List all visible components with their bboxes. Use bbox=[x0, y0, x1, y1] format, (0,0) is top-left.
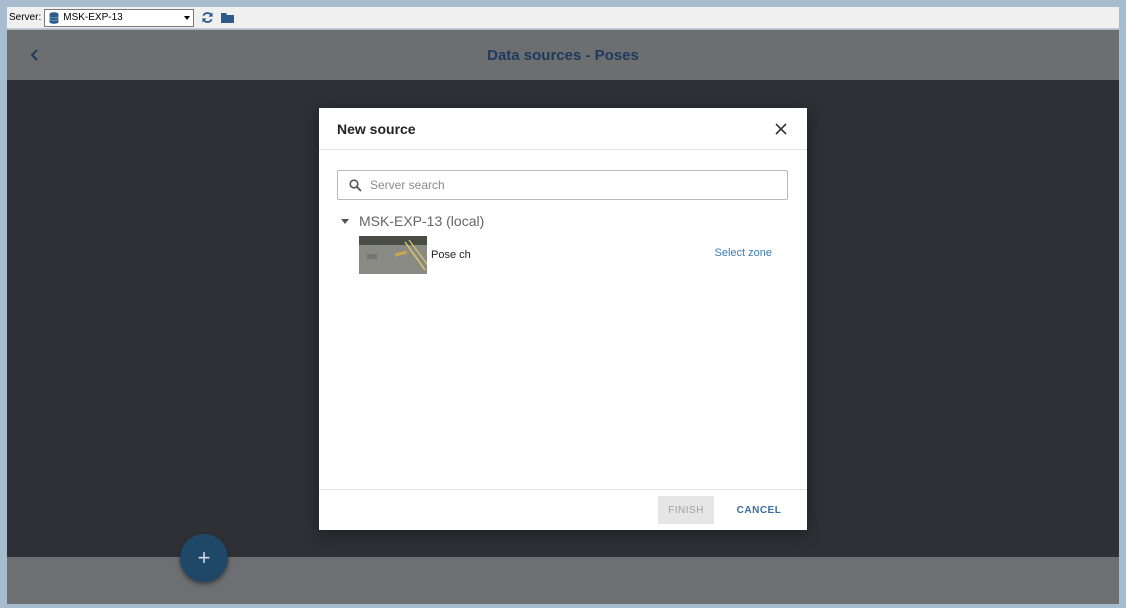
new-source-dialog: New source MSK-EXP-13 (local) bbox=[319, 108, 807, 530]
camera-name: Pose ch bbox=[431, 249, 471, 261]
page-title: Data sources - Poses bbox=[487, 46, 639, 64]
refresh-icon[interactable] bbox=[200, 11, 214, 25]
page-header: Data sources - Poses bbox=[7, 30, 1119, 80]
close-icon[interactable] bbox=[774, 122, 788, 136]
chevron-down-icon[interactable] bbox=[184, 15, 191, 20]
dialog-footer: FINISH CANCEL bbox=[319, 489, 807, 530]
server-search-field[interactable] bbox=[337, 170, 788, 200]
add-source-button[interactable]: + bbox=[180, 534, 228, 582]
caret-down-icon[interactable] bbox=[341, 218, 349, 224]
server-select-value: MSK-EXP-13 bbox=[63, 12, 123, 23]
chevron-left-icon[interactable] bbox=[27, 46, 43, 64]
search-icon bbox=[349, 178, 362, 192]
finish-button[interactable]: FINISH bbox=[658, 496, 714, 524]
top-toolbar: Server: MSK-EXP-13 bbox=[7, 7, 1119, 29]
app-window: Server: MSK-EXP-13 Data sources - Poses … bbox=[0, 0, 1126, 608]
server-tree-node[interactable]: MSK-EXP-13 (local) bbox=[341, 213, 484, 229]
server-search-input[interactable] bbox=[370, 178, 787, 192]
select-zone-link[interactable]: Select zone bbox=[715, 247, 772, 259]
dialog-title: New source bbox=[337, 121, 416, 137]
database-icon bbox=[49, 11, 59, 24]
server-select[interactable]: MSK-EXP-13 bbox=[44, 8, 195, 27]
folder-icon[interactable] bbox=[220, 11, 234, 25]
camera-thumbnail bbox=[359, 236, 427, 274]
dialog-header: New source bbox=[319, 108, 807, 150]
cancel-button[interactable]: CANCEL bbox=[733, 496, 785, 524]
bottom-panel bbox=[7, 557, 1119, 604]
server-label: Server: bbox=[9, 12, 42, 23]
camera-list-item[interactable]: Pose ch Select zone bbox=[359, 236, 779, 274]
server-node-label: MSK-EXP-13 (local) bbox=[359, 213, 485, 229]
